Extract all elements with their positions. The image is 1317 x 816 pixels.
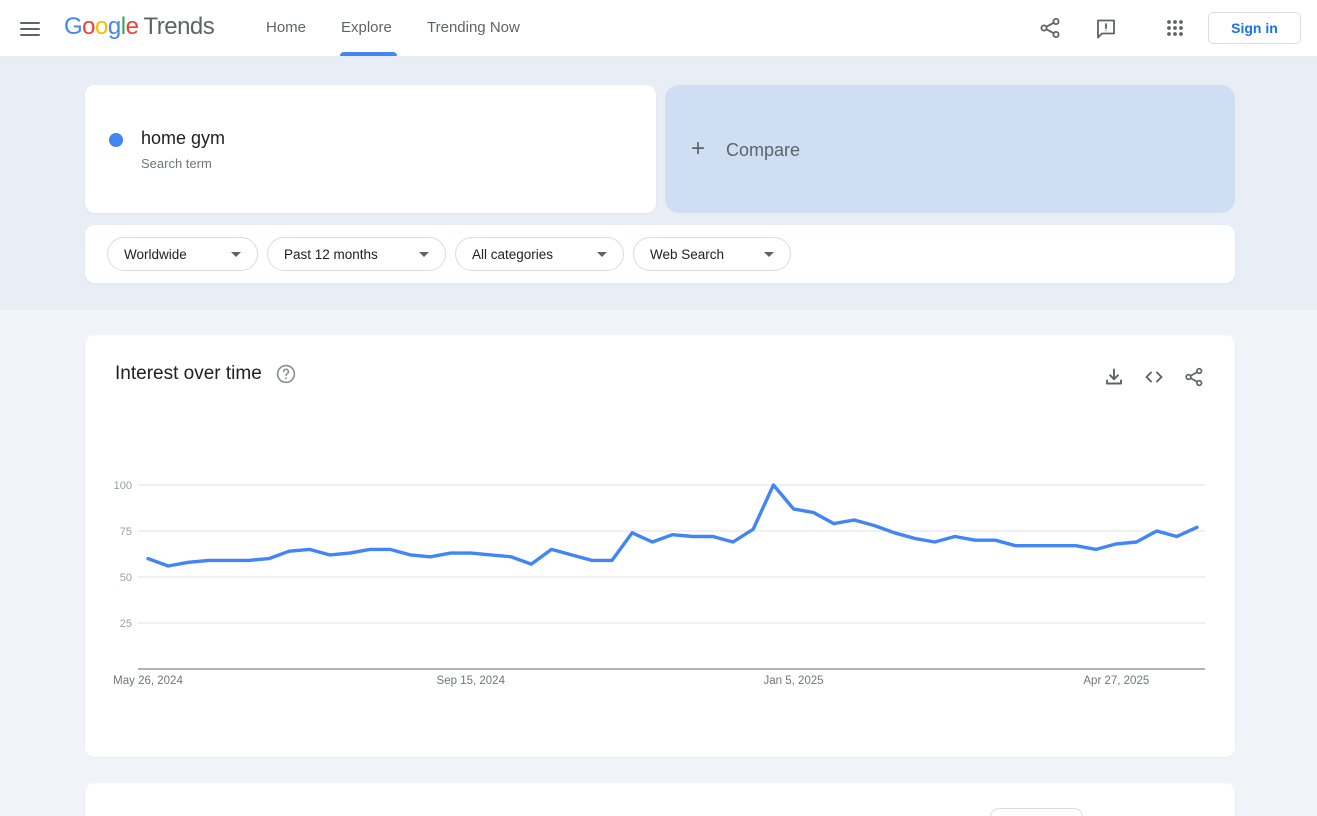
share-icon[interactable]: [1183, 366, 1205, 388]
region-filter-dropdown[interactable]: Worldwide: [107, 237, 258, 271]
next-results-card-partial: [85, 783, 1235, 816]
category-filter-dropdown[interactable]: All categories: [455, 237, 624, 271]
nav-tab-trending-now[interactable]: Trending Now: [427, 19, 520, 36]
chevron-down-icon: [419, 251, 429, 257]
chart-action-buttons: [1103, 366, 1205, 388]
feedback-icon[interactable]: [1094, 16, 1118, 40]
dropdown-button-partial[interactable]: [990, 808, 1083, 816]
google-trends-explore-page: GoogleTrends Home Explore Trending Now: [0, 0, 1317, 816]
active-tab-underline: [340, 52, 397, 56]
svg-text:Apr 27, 2025: Apr 27, 2025: [1083, 675, 1149, 687]
plus-icon: +: [691, 135, 706, 162]
search-term-text: home gym: [141, 128, 226, 148]
help-icon[interactable]: [276, 364, 296, 384]
apps-grid-icon[interactable]: [1163, 16, 1187, 40]
chevron-down-icon: [597, 251, 607, 257]
chevron-down-icon: [231, 251, 241, 257]
search-term-type-label: Search term: [141, 156, 212, 171]
search-term-card[interactable]: home gym Search term: [85, 85, 656, 213]
menu-icon[interactable]: [16, 15, 44, 43]
chart-header: Interest over time: [115, 363, 296, 385]
add-comparison-card[interactable]: + Compare: [665, 85, 1235, 213]
logo-google-word: Google: [64, 13, 139, 40]
logo-trends-word: Trends: [143, 13, 215, 40]
svg-text:75: 75: [120, 526, 132, 538]
svg-text:Sep 15, 2024: Sep 15, 2024: [437, 675, 506, 687]
chart-title: Interest over time: [115, 363, 262, 384]
search-type-filter-dropdown[interactable]: Web Search: [633, 237, 791, 271]
interest-over-time-chart[interactable]: 100 75 50 25 May 26, 2024 Sep 15, 2024 Jan 5, …: [85, 420, 1235, 750]
results-section: Interest over time 100 75 50 25 May 26, …: [0, 310, 1317, 816]
svg-text:Jan 5, 2025: Jan 5, 2025: [763, 675, 823, 687]
series-color-dot: [109, 133, 123, 147]
embed-icon[interactable]: [1143, 366, 1165, 388]
query-controls-section: home gym Search term + Compare Worldwide…: [0, 57, 1317, 310]
svg-text:May 26, 2024: May 26, 2024: [113, 675, 183, 687]
compare-label: Compare: [726, 140, 801, 160]
nav-tab-home[interactable]: Home: [266, 19, 306, 36]
top-bar: GoogleTrends Home Explore Trending Now: [0, 0, 1317, 57]
svg-text:25: 25: [120, 618, 132, 630]
google-trends-logo[interactable]: Google Trends: [64, 13, 215, 41]
svg-text:50: 50: [120, 572, 132, 584]
filter-bar: Worldwide Past 12 months All categories …: [85, 225, 1235, 283]
nav-tab-explore[interactable]: Explore: [341, 19, 392, 36]
svg-text:100: 100: [114, 480, 132, 492]
interest-over-time-card: Interest over time 100 75 50 25 May 26, …: [85, 335, 1235, 757]
sign-in-button[interactable]: Sign in: [1208, 12, 1301, 44]
download-icon[interactable]: [1103, 366, 1125, 388]
chevron-down-icon: [764, 251, 774, 257]
share-icon[interactable]: [1038, 16, 1062, 40]
time-range-filter-dropdown[interactable]: Past 12 months: [267, 237, 446, 271]
